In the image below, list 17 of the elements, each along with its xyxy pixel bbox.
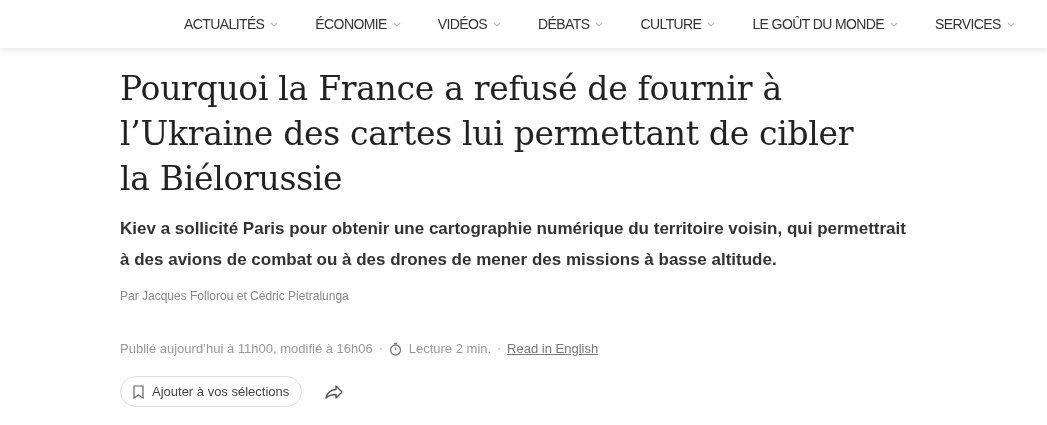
nav-item[interactable]: VIDÉOS: [437, 16, 503, 32]
reading-time: Lecture 2 min.: [408, 341, 492, 356]
share-icon[interactable]: [324, 383, 345, 400]
article-title: Pourquoi la France a refusé de fournir à l’Ukraine des cartes lui permettant de cibler la Biélorussie: [120, 68, 855, 200]
nav-item[interactable]: ACTUALITÉS: [184, 16, 280, 32]
nav-item[interactable]: DÉBATS: [538, 16, 605, 32]
save-button[interactable]: Ajouter à vos sélections: [120, 376, 303, 407]
byline: Par Jacques Follorou et Cédric Pietralunga: [120, 289, 350, 303]
publication-date: Publié aujourd’hui à 11h00, modifié à 16h06: [120, 341, 373, 356]
stopwatch-icon: [388, 341, 402, 356]
article-standfirst: Kiev a sollicité Paris pour obtenir une cartographie numérique du territoire voisin, qui permettrait à des avions de combat ou à des drones de mener des missions à basse altitude.: [120, 218, 907, 271]
nav-item[interactable]: CULTURE: [640, 16, 717, 32]
nav-item[interactable]: LE GOÛT DU MONDE: [752, 16, 900, 32]
nav-item[interactable]: ÉCONOMIE: [315, 16, 402, 32]
translation-link[interactable]: Read in English: [507, 341, 599, 356]
bookmark-icon: [133, 384, 144, 399]
nav-item[interactable]: SERVICES: [935, 16, 1016, 32]
